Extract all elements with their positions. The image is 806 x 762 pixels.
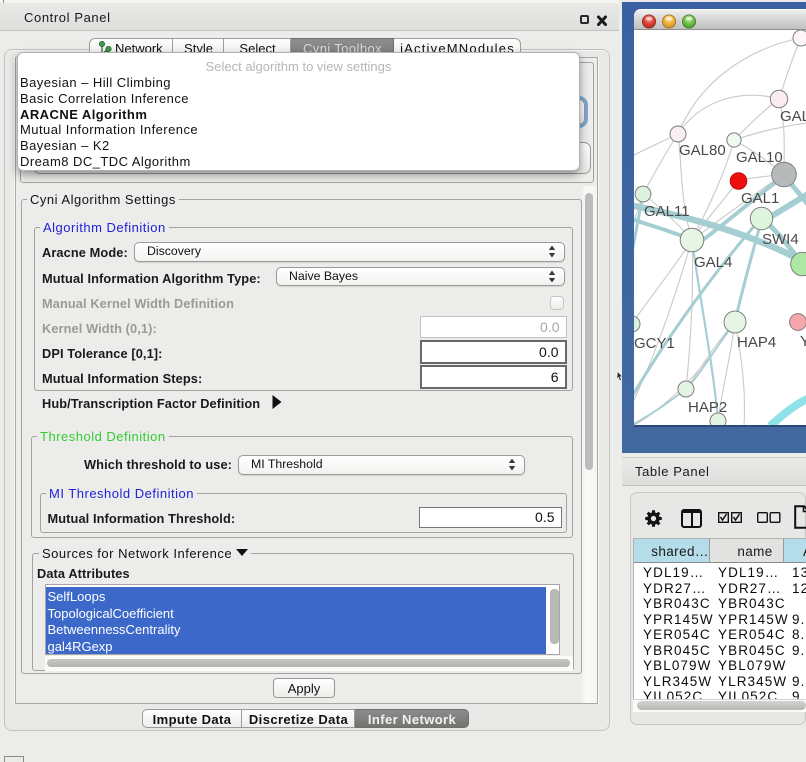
- svg-text:GAL11: GAL11: [644, 203, 690, 220]
- svg-text:HAP2: HAP2: [688, 399, 727, 416]
- svg-text:GAL4: GAL4: [694, 254, 732, 271]
- svg-text:YE: YE: [800, 333, 806, 350]
- svg-text:GAL10: GAL10: [736, 149, 783, 166]
- svg-text:GAL80: GAL80: [679, 142, 726, 159]
- svg-text:SWI4: SWI4: [762, 231, 799, 248]
- svg-text:GAL1: GAL1: [741, 190, 779, 207]
- svg-text:GCY1: GCY1: [634, 335, 675, 352]
- svg-text:HAP4: HAP4: [737, 334, 776, 351]
- svg-text:GAL2: GAL2: [780, 108, 806, 125]
